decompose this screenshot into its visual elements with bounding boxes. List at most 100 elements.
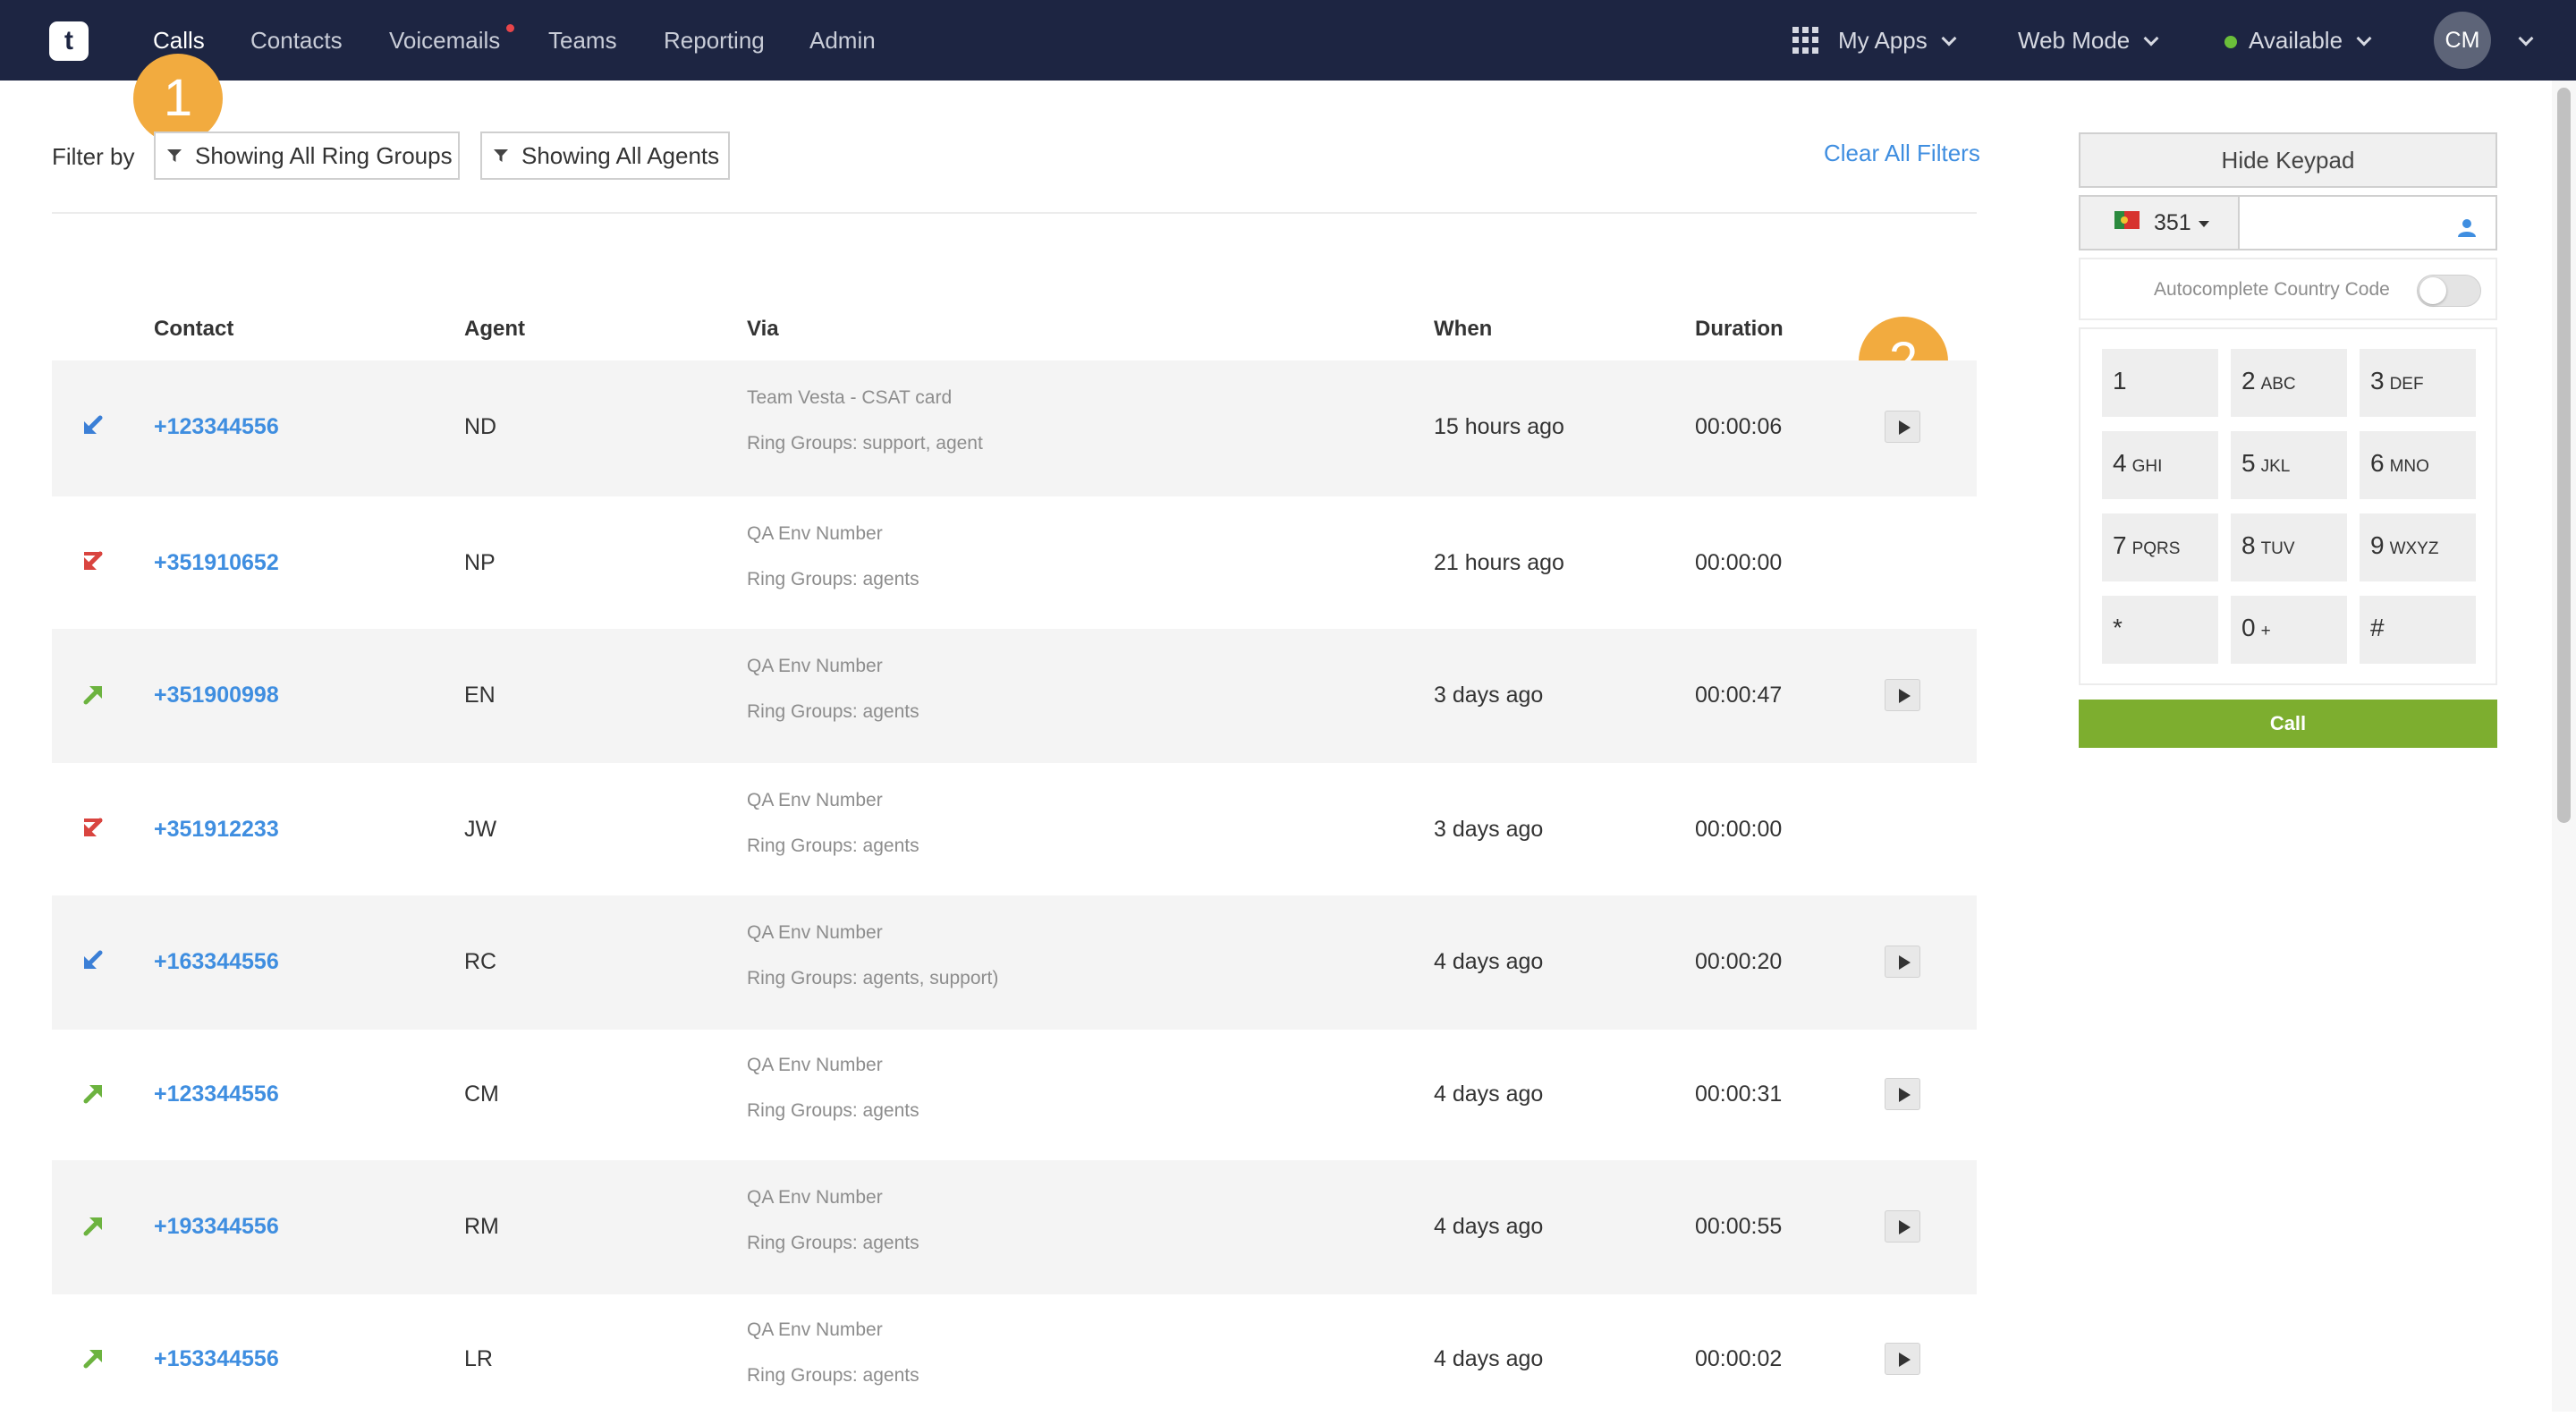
table-row[interactable]: +123344556 CM QA Env Number Ring Groups: ag… (52, 1028, 1977, 1160)
call-time: 4 days ago (1434, 1081, 1544, 1107)
call-button[interactable]: Call (2079, 700, 2497, 748)
play-recording-button[interactable] (1885, 1343, 1920, 1375)
scrollbar-thumb[interactable] (2557, 88, 2571, 823)
portugal-flag-icon (2114, 211, 2140, 229)
via-number: QA Env Number (747, 656, 883, 676)
call-time: 15 hours ago (1434, 414, 1564, 439)
nav-contacts[interactable]: Contacts (250, 0, 343, 81)
availability-menu[interactable]: Available (2249, 0, 2372, 81)
via-number: QA Env Number (747, 1187, 883, 1208)
keypad-key[interactable]: 7 PQRS (2102, 513, 2218, 581)
chevron-down-icon (2143, 30, 2159, 47)
agent-initials: NP (464, 550, 496, 575)
keypad-key[interactable]: 9 WXYZ (2360, 513, 2476, 581)
keypad-key[interactable]: 8 TUV (2231, 513, 2347, 581)
hide-keypad-button[interactable]: Hide Keypad (2079, 132, 2497, 188)
availability-label: Available (2249, 27, 2343, 54)
user-avatar[interactable]: CM (2434, 12, 2491, 69)
ring-groups-filter-label: Showing All Ring Groups (195, 142, 453, 169)
contact-link[interactable]: +163344556 (154, 949, 279, 975)
country-code-value: 351 (2154, 210, 2191, 235)
keypad-key[interactable]: 3 DEF (2360, 349, 2476, 417)
keypad-key[interactable]: 1 (2102, 349, 2218, 417)
contact-link[interactable]: +153344556 (154, 1346, 279, 1372)
autocomplete-country-code-toggle[interactable] (2417, 275, 2481, 307)
via-ring-groups: Ring Groups: agents, support) (747, 968, 999, 988)
contact-link[interactable]: +351912233 (154, 817, 279, 843)
call-duration: 00:00:47 (1695, 683, 1783, 708)
play-recording-button[interactable] (1885, 1210, 1920, 1243)
inbound-call-icon (84, 415, 103, 434)
missed-call-icon (84, 551, 103, 570)
key-digit: 4 (2113, 449, 2127, 477)
app-logo[interactable]: t (49, 21, 89, 61)
keypad-key[interactable]: * (2102, 596, 2218, 664)
agent-initials: JW (464, 817, 497, 842)
keypad-key[interactable]: # (2360, 596, 2476, 664)
key-letters: DEF (2389, 375, 2424, 394)
keypad-key[interactable]: 0 + (2231, 596, 2347, 664)
nav-admin[interactable]: Admin (809, 0, 876, 81)
play-recording-button[interactable] (1885, 1078, 1920, 1110)
agent-initials: EN (464, 683, 496, 708)
column-header-agent: Agent (464, 317, 525, 341)
call-time: 3 days ago (1434, 683, 1544, 708)
my-apps-label: My Apps (1838, 27, 1928, 54)
play-recording-button[interactable] (1885, 946, 1920, 978)
key-letters: GHI (2131, 457, 2163, 476)
table-row[interactable]: +163344556 RC QA Env Number Ring Groups: ag… (52, 895, 1977, 1030)
via-ring-groups: Ring Groups: agents (747, 701, 919, 722)
call-time: 4 days ago (1434, 1346, 1544, 1371)
call-time: 21 hours ago (1434, 550, 1564, 575)
contact-person-icon[interactable] (2456, 216, 2478, 238)
nav-reporting[interactable]: Reporting (664, 0, 765, 81)
web-mode-menu[interactable]: Web Mode (2018, 0, 2159, 81)
key-letters: WXYZ (2389, 539, 2439, 558)
keypad-key[interactable]: 2 ABC (2231, 349, 2347, 417)
chevron-down-icon (1941, 30, 1957, 47)
contact-link[interactable]: +123344556 (154, 1081, 279, 1107)
table-row[interactable]: +123344556 ND Team Vesta - CSAT card Ring G… (52, 360, 1977, 496)
filter-divider (52, 212, 1977, 214)
agents-filter-button[interactable]: Showing All Agents (480, 131, 730, 180)
via-ring-groups: Ring Groups: agents (747, 1365, 919, 1386)
table-row[interactable]: +153344556 LR QA Env Number Ring Groups: ag… (52, 1293, 1977, 1425)
key-letters: MNO (2389, 457, 2429, 476)
call-time: 4 days ago (1434, 1214, 1544, 1239)
call-duration: 00:00:00 (1695, 817, 1783, 842)
nav-teams[interactable]: Teams (548, 0, 617, 81)
contact-link[interactable]: +351910652 (154, 550, 279, 576)
apps-grid-icon[interactable] (1792, 27, 1819, 54)
contact-link[interactable]: +123344556 (154, 414, 279, 440)
table-row[interactable]: +193344556 RM QA Env Number Ring Groups: ag… (52, 1160, 1977, 1294)
contact-link[interactable]: +193344556 (154, 1214, 279, 1240)
outbound-call-icon (83, 1085, 102, 1104)
keypad-key[interactable]: 4 GHI (2102, 431, 2218, 499)
clear-all-filters-link[interactable]: Clear All Filters (1824, 140, 1980, 167)
keypad-key[interactable]: 5 JKL (2231, 431, 2347, 499)
my-apps-menu[interactable]: My Apps (1838, 0, 1957, 81)
play-recording-button[interactable] (1885, 411, 1920, 443)
dial-keypad: 1 2 ABC 3 DEF 4 GHI 5 JKL 6 MNO 7 PQRS 8 TUV 9 WXYZ * 0 + # (2079, 327, 2497, 685)
key-digit: 3 (2370, 367, 2385, 394)
table-row[interactable]: +351900998 EN QA Env Number Ring Groups: ag… (52, 629, 1977, 763)
ring-groups-filter-button[interactable]: Showing All Ring Groups (154, 131, 460, 180)
keypad-key[interactable]: 6 MNO (2360, 431, 2476, 499)
agent-initials: CM (464, 1081, 499, 1107)
call-duration: 00:00:31 (1695, 1081, 1783, 1107)
nav-voicemails[interactable]: Voicemails (389, 0, 500, 81)
table-row[interactable]: +351912233 JW QA Env Number Ring Groups: ag… (52, 763, 1977, 895)
key-digit: 7 (2113, 531, 2127, 559)
phone-number-input[interactable] (2238, 195, 2497, 250)
play-recording-button[interactable] (1885, 679, 1920, 711)
country-code-select[interactable]: 351 (2079, 195, 2240, 250)
contact-link[interactable]: +351900998 (154, 683, 279, 708)
call-duration: 00:00:02 (1695, 1346, 1783, 1371)
avatar-chevron-down-icon[interactable] (2518, 30, 2534, 47)
table-row[interactable]: +351910652 NP QA Env Number Ring Groups: ag… (52, 496, 1977, 629)
outbound-call-icon (83, 686, 102, 705)
key-digit: 0 (2241, 614, 2256, 641)
key-digit: * (2113, 614, 2123, 641)
filter-icon (167, 149, 182, 162)
via-ring-groups: Ring Groups: agents (747, 1233, 919, 1253)
